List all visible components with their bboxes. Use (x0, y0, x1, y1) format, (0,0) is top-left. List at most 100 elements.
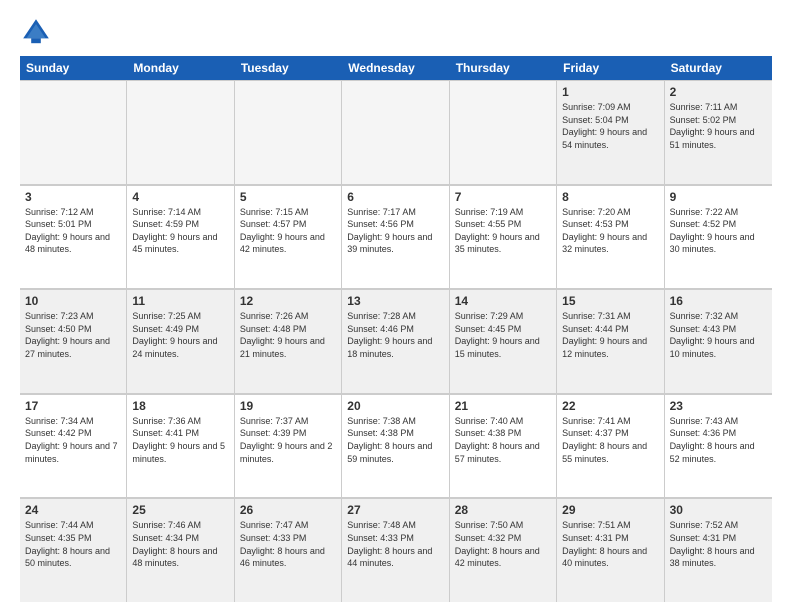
calendar-cell: 21Sunrise: 7:40 AMSunset: 4:38 PMDayligh… (450, 395, 557, 498)
day-detail: Sunrise: 7:26 AMSunset: 4:48 PMDaylight:… (240, 310, 336, 360)
day-number: 25 (132, 503, 228, 517)
day-number: 28 (455, 503, 551, 517)
day-detail: Sunrise: 7:25 AMSunset: 4:49 PMDaylight:… (132, 310, 228, 360)
day-number: 13 (347, 294, 443, 308)
day-detail: Sunrise: 7:23 AMSunset: 4:50 PMDaylight:… (25, 310, 121, 360)
calendar-cell: 3 Sunrise: 7:12 AMSunset: 5:01 PMDaylight… (20, 186, 127, 289)
calendar-row-1: 3 Sunrise: 7:12 AMSunset: 5:01 PMDaylight… (20, 185, 772, 290)
day-number: 14 (455, 294, 551, 308)
calendar-cell (342, 81, 449, 184)
day-number: 8 (562, 190, 658, 204)
day-number: 2 (670, 85, 767, 99)
day-detail: Sunrise: 7:41 AMSunset: 4:37 PMDaylight:… (562, 415, 658, 465)
day-number: 4 (132, 190, 228, 204)
day-detail: Sunrise: 7:14 AMSunset: 4:59 PMDaylight:… (132, 206, 228, 256)
header-day-friday: Friday (557, 56, 664, 80)
calendar-cell: 18 Sunrise: 7:36 AMSunset: 4:41 PMDayligh… (127, 395, 234, 498)
calendar-header: SundayMondayTuesdayWednesdayThursdayFrid… (20, 56, 772, 80)
day-detail: Sunrise: 7:46 AMSunset: 4:34 PMDaylight:… (132, 519, 228, 569)
calendar-cell: 10 Sunrise: 7:23 AMSunset: 4:50 PMDayligh… (20, 290, 127, 393)
day-detail: Sunrise: 7:15 AMSunset: 4:57 PMDaylight:… (240, 206, 336, 256)
day-number: 29 (562, 503, 658, 517)
day-detail: Sunrise: 7:43 AMSunset: 4:36 PMDaylight:… (670, 415, 767, 465)
day-detail: Sunrise: 7:52 AMSunset: 4:31 PMDaylight:… (670, 519, 767, 569)
day-detail: Sunrise: 7:28 AMSunset: 4:46 PMDaylight:… (347, 310, 443, 360)
day-number: 9 (670, 190, 767, 204)
calendar-row-3: 17 Sunrise: 7:34 AMSunset: 4:42 PMDayligh… (20, 394, 772, 499)
calendar-cell: 16 Sunrise: 7:32 AMSunset: 4:43 PMDayligh… (665, 290, 772, 393)
day-detail: Sunrise: 7:20 AMSunset: 4:53 PMDaylight:… (562, 206, 658, 256)
day-number: 7 (455, 190, 551, 204)
calendar-row-4: 24 Sunrise: 7:44 AMSunset: 4:35 PMDayligh… (20, 498, 772, 602)
day-number: 27 (347, 503, 443, 517)
day-number: 26 (240, 503, 336, 517)
day-detail: Sunrise: 7:31 AMSunset: 4:44 PMDaylight:… (562, 310, 658, 360)
header-day-sunday: Sunday (20, 56, 127, 80)
day-number: 5 (240, 190, 336, 204)
calendar-cell: 17 Sunrise: 7:34 AMSunset: 4:42 PMDayligh… (20, 395, 127, 498)
day-detail: Sunrise: 7:29 AMSunset: 4:45 PMDaylight:… (455, 310, 551, 360)
day-number: 3 (25, 190, 121, 204)
day-detail: Sunrise: 7:09 AMSunset: 5:04 PMDaylight:… (562, 101, 658, 151)
day-number: 30 (670, 503, 767, 517)
calendar-cell: 9Sunrise: 7:22 AMSunset: 4:52 PMDaylight… (665, 186, 772, 289)
calendar-cell (20, 81, 127, 184)
calendar-cell: 29Sunrise: 7:51 AMSunset: 4:31 PMDayligh… (557, 499, 664, 602)
day-number: 15 (562, 294, 658, 308)
calendar-cell: 8 Sunrise: 7:20 AMSunset: 4:53 PMDaylight… (557, 186, 664, 289)
calendar-cell: 19 Sunrise: 7:37 AMSunset: 4:39 PMDayligh… (235, 395, 342, 498)
calendar-cell: 5 Sunrise: 7:15 AMSunset: 4:57 PMDaylight… (235, 186, 342, 289)
logo (20, 16, 56, 48)
day-number: 17 (25, 399, 121, 413)
calendar-cell: 30 Sunrise: 7:52 AMSunset: 4:31 PMDayligh… (665, 499, 772, 602)
page: SundayMondayTuesdayWednesdayThursdayFrid… (0, 0, 792, 612)
day-detail: Sunrise: 7:11 AMSunset: 5:02 PMDaylight:… (670, 101, 767, 151)
calendar-cell: 1 Sunrise: 7:09 AMSunset: 5:04 PMDaylight… (557, 81, 664, 184)
header-day-monday: Monday (127, 56, 234, 80)
calendar-cell: 13 Sunrise: 7:28 AMSunset: 4:46 PMDayligh… (342, 290, 449, 393)
day-number: 16 (670, 294, 767, 308)
day-number: 10 (25, 294, 121, 308)
calendar-cell (127, 81, 234, 184)
day-detail: Sunrise: 7:50 AMSunset: 4:32 PMDaylight:… (455, 519, 551, 569)
day-detail: Sunrise: 7:17 AMSunset: 4:56 PMDaylight:… (347, 206, 443, 256)
header-day-tuesday: Tuesday (235, 56, 342, 80)
day-number: 22 (562, 399, 658, 413)
calendar-cell: 12 Sunrise: 7:26 AMSunset: 4:48 PMDayligh… (235, 290, 342, 393)
calendar-cell: 27 Sunrise: 7:48 AMSunset: 4:33 PMDayligh… (342, 499, 449, 602)
day-detail: Sunrise: 7:38 AMSunset: 4:38 PMDaylight:… (347, 415, 443, 465)
day-number: 18 (132, 399, 228, 413)
calendar-cell (235, 81, 342, 184)
day-detail: Sunrise: 7:32 AMSunset: 4:43 PMDaylight:… (670, 310, 767, 360)
calendar-cell: 26 Sunrise: 7:47 AMSunset: 4:33 PMDayligh… (235, 499, 342, 602)
calendar-cell: 14 Sunrise: 7:29 AMSunset: 4:45 PMDayligh… (450, 290, 557, 393)
day-detail: Sunrise: 7:19 AMSunset: 4:55 PMDaylight:… (455, 206, 551, 256)
day-detail: Sunrise: 7:12 AMSunset: 5:01 PMDaylight:… (25, 206, 121, 256)
header-day-saturday: Saturday (665, 56, 772, 80)
day-detail: Sunrise: 7:44 AMSunset: 4:35 PMDaylight:… (25, 519, 121, 569)
calendar-cell: 20 Sunrise: 7:38 AMSunset: 4:38 PMDayligh… (342, 395, 449, 498)
calendar-cell (450, 81, 557, 184)
day-number: 1 (562, 85, 658, 99)
calendar-cell: 22 Sunrise: 7:41 AMSunset: 4:37 PMDayligh… (557, 395, 664, 498)
calendar-cell: 15 Sunrise: 7:31 AMSunset: 4:44 PMDayligh… (557, 290, 664, 393)
day-number: 23 (670, 399, 767, 413)
calendar-cell: 4 Sunrise: 7:14 AMSunset: 4:59 PMDaylight… (127, 186, 234, 289)
day-detail: Sunrise: 7:48 AMSunset: 4:33 PMDaylight:… (347, 519, 443, 569)
day-detail: Sunrise: 7:47 AMSunset: 4:33 PMDaylight:… (240, 519, 336, 569)
day-detail: Sunrise: 7:37 AMSunset: 4:39 PMDaylight:… (240, 415, 336, 465)
day-detail: Sunrise: 7:34 AMSunset: 4:42 PMDaylight:… (25, 415, 121, 465)
day-detail: Sunrise: 7:36 AMSunset: 4:41 PMDaylight:… (132, 415, 228, 465)
calendar-cell: 7 Sunrise: 7:19 AMSunset: 4:55 PMDaylight… (450, 186, 557, 289)
calendar-cell: 25 Sunrise: 7:46 AMSunset: 4:34 PMDayligh… (127, 499, 234, 602)
calendar-row-0: 1 Sunrise: 7:09 AMSunset: 5:04 PMDaylight… (20, 80, 772, 185)
calendar-cell: 2 Sunrise: 7:11 AMSunset: 5:02 PMDaylight… (665, 81, 772, 184)
day-number: 12 (240, 294, 336, 308)
calendar-cell: 11Sunrise: 7:25 AMSunset: 4:49 PMDayligh… (127, 290, 234, 393)
day-number: 24 (25, 503, 121, 517)
calendar-cell: 24 Sunrise: 7:44 AMSunset: 4:35 PMDayligh… (20, 499, 127, 602)
calendar: SundayMondayTuesdayWednesdayThursdayFrid… (20, 56, 772, 602)
header (20, 16, 772, 48)
day-number: 19 (240, 399, 336, 413)
day-number: 20 (347, 399, 443, 413)
